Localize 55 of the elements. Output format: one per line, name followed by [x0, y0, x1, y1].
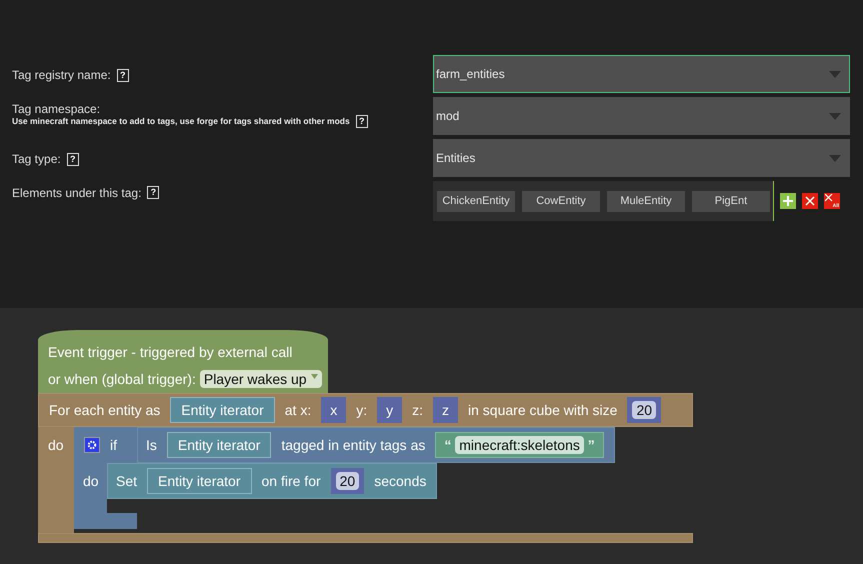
event-trigger-block[interactable]: Event trigger - triggered by external call or when (global trigger): Player wakes up: [38, 330, 328, 393]
element-chip[interactable]: MuleEntity: [607, 190, 685, 212]
block-text: on fire for: [262, 473, 321, 489]
entity-iterator-block[interactable]: Entity iterator: [166, 432, 272, 458]
block-text: For each entity as: [49, 402, 160, 418]
block-text: or when (global trigger):: [48, 371, 196, 387]
dropdown-caret-icon: [829, 154, 841, 162]
dropdown-field[interactable]: Entities: [433, 139, 850, 177]
field-label: Tag namespace:: [12, 102, 100, 116]
field-label: Elements under this tag:: [12, 186, 142, 200]
remove-button[interactable]: [802, 193, 818, 209]
block-text: do: [48, 437, 64, 453]
dropdown-field[interactable]: mod: [433, 97, 850, 135]
set-on-fire-block[interactable]: Set Entity iterator on fire for 20 seconds: [107, 463, 438, 499]
close-icon: [805, 196, 815, 206]
block-text: Event trigger - triggered by external call: [48, 344, 294, 360]
gear-icon[interactable]: [84, 437, 100, 453]
block-text: tagged in entity tags as: [281, 437, 426, 453]
plus-icon: [783, 196, 793, 206]
entity-iterator-block[interactable]: Entity iterator: [170, 397, 275, 423]
text-block[interactable]: “ minecraft:skeletons ”: [435, 432, 604, 458]
number-block[interactable]: 20: [330, 468, 364, 494]
field-label: Tag type:: [12, 152, 61, 166]
block-text: seconds: [374, 473, 426, 489]
help-icon[interactable]: ?: [116, 68, 129, 82]
close-icon: [825, 194, 833, 202]
tag-check-block[interactable]: Is Entity iterator tagged in entity tags as “ minecraft:skeletons ”: [137, 427, 615, 463]
help-icon[interactable]: ?: [147, 186, 160, 199]
dropdown-field[interactable]: farm_entities: [433, 55, 850, 93]
for-each-block[interactable]: For each entity as Entity iterator at x: x y: y z: z in square cube with size 20: [38, 393, 693, 427]
dropdown-caret-icon: [829, 70, 841, 78]
dropdown-caret-icon: [310, 374, 318, 379]
element-chip[interactable]: CowEntity: [522, 190, 600, 212]
trigger-dropdown[interactable]: Player wakes up: [200, 370, 322, 388]
if-block[interactable]: if: [74, 427, 137, 463]
element-chip[interactable]: ChickenEntity: [437, 190, 515, 212]
field-hint: Use minecraft namespace to add to tags, use forge for tags shared with other mods: [12, 116, 350, 126]
block-text: in square cube with size: [468, 402, 618, 418]
field-label: Tag registry name:: [12, 68, 111, 82]
block-text: do: [83, 473, 99, 489]
variable-block[interactable]: x: [321, 397, 346, 423]
variable-block[interactable]: z: [433, 397, 458, 423]
number-block[interactable]: 20: [627, 397, 662, 423]
block-text: at x:: [284, 402, 312, 418]
help-icon[interactable]: ?: [356, 114, 368, 128]
block-text: Is: [146, 437, 157, 453]
block-text: if: [110, 437, 117, 453]
variable-block[interactable]: y: [377, 397, 402, 423]
block-text: Set: [116, 473, 138, 489]
help-icon[interactable]: ?: [66, 152, 79, 166]
element-chip[interactable]: PigEnt: [692, 190, 770, 212]
dropdown-caret-icon: [829, 112, 841, 120]
entity-iterator-block[interactable]: Entity iterator: [147, 468, 252, 494]
block-text: z:: [412, 402, 424, 418]
block-text: y:: [356, 402, 368, 418]
